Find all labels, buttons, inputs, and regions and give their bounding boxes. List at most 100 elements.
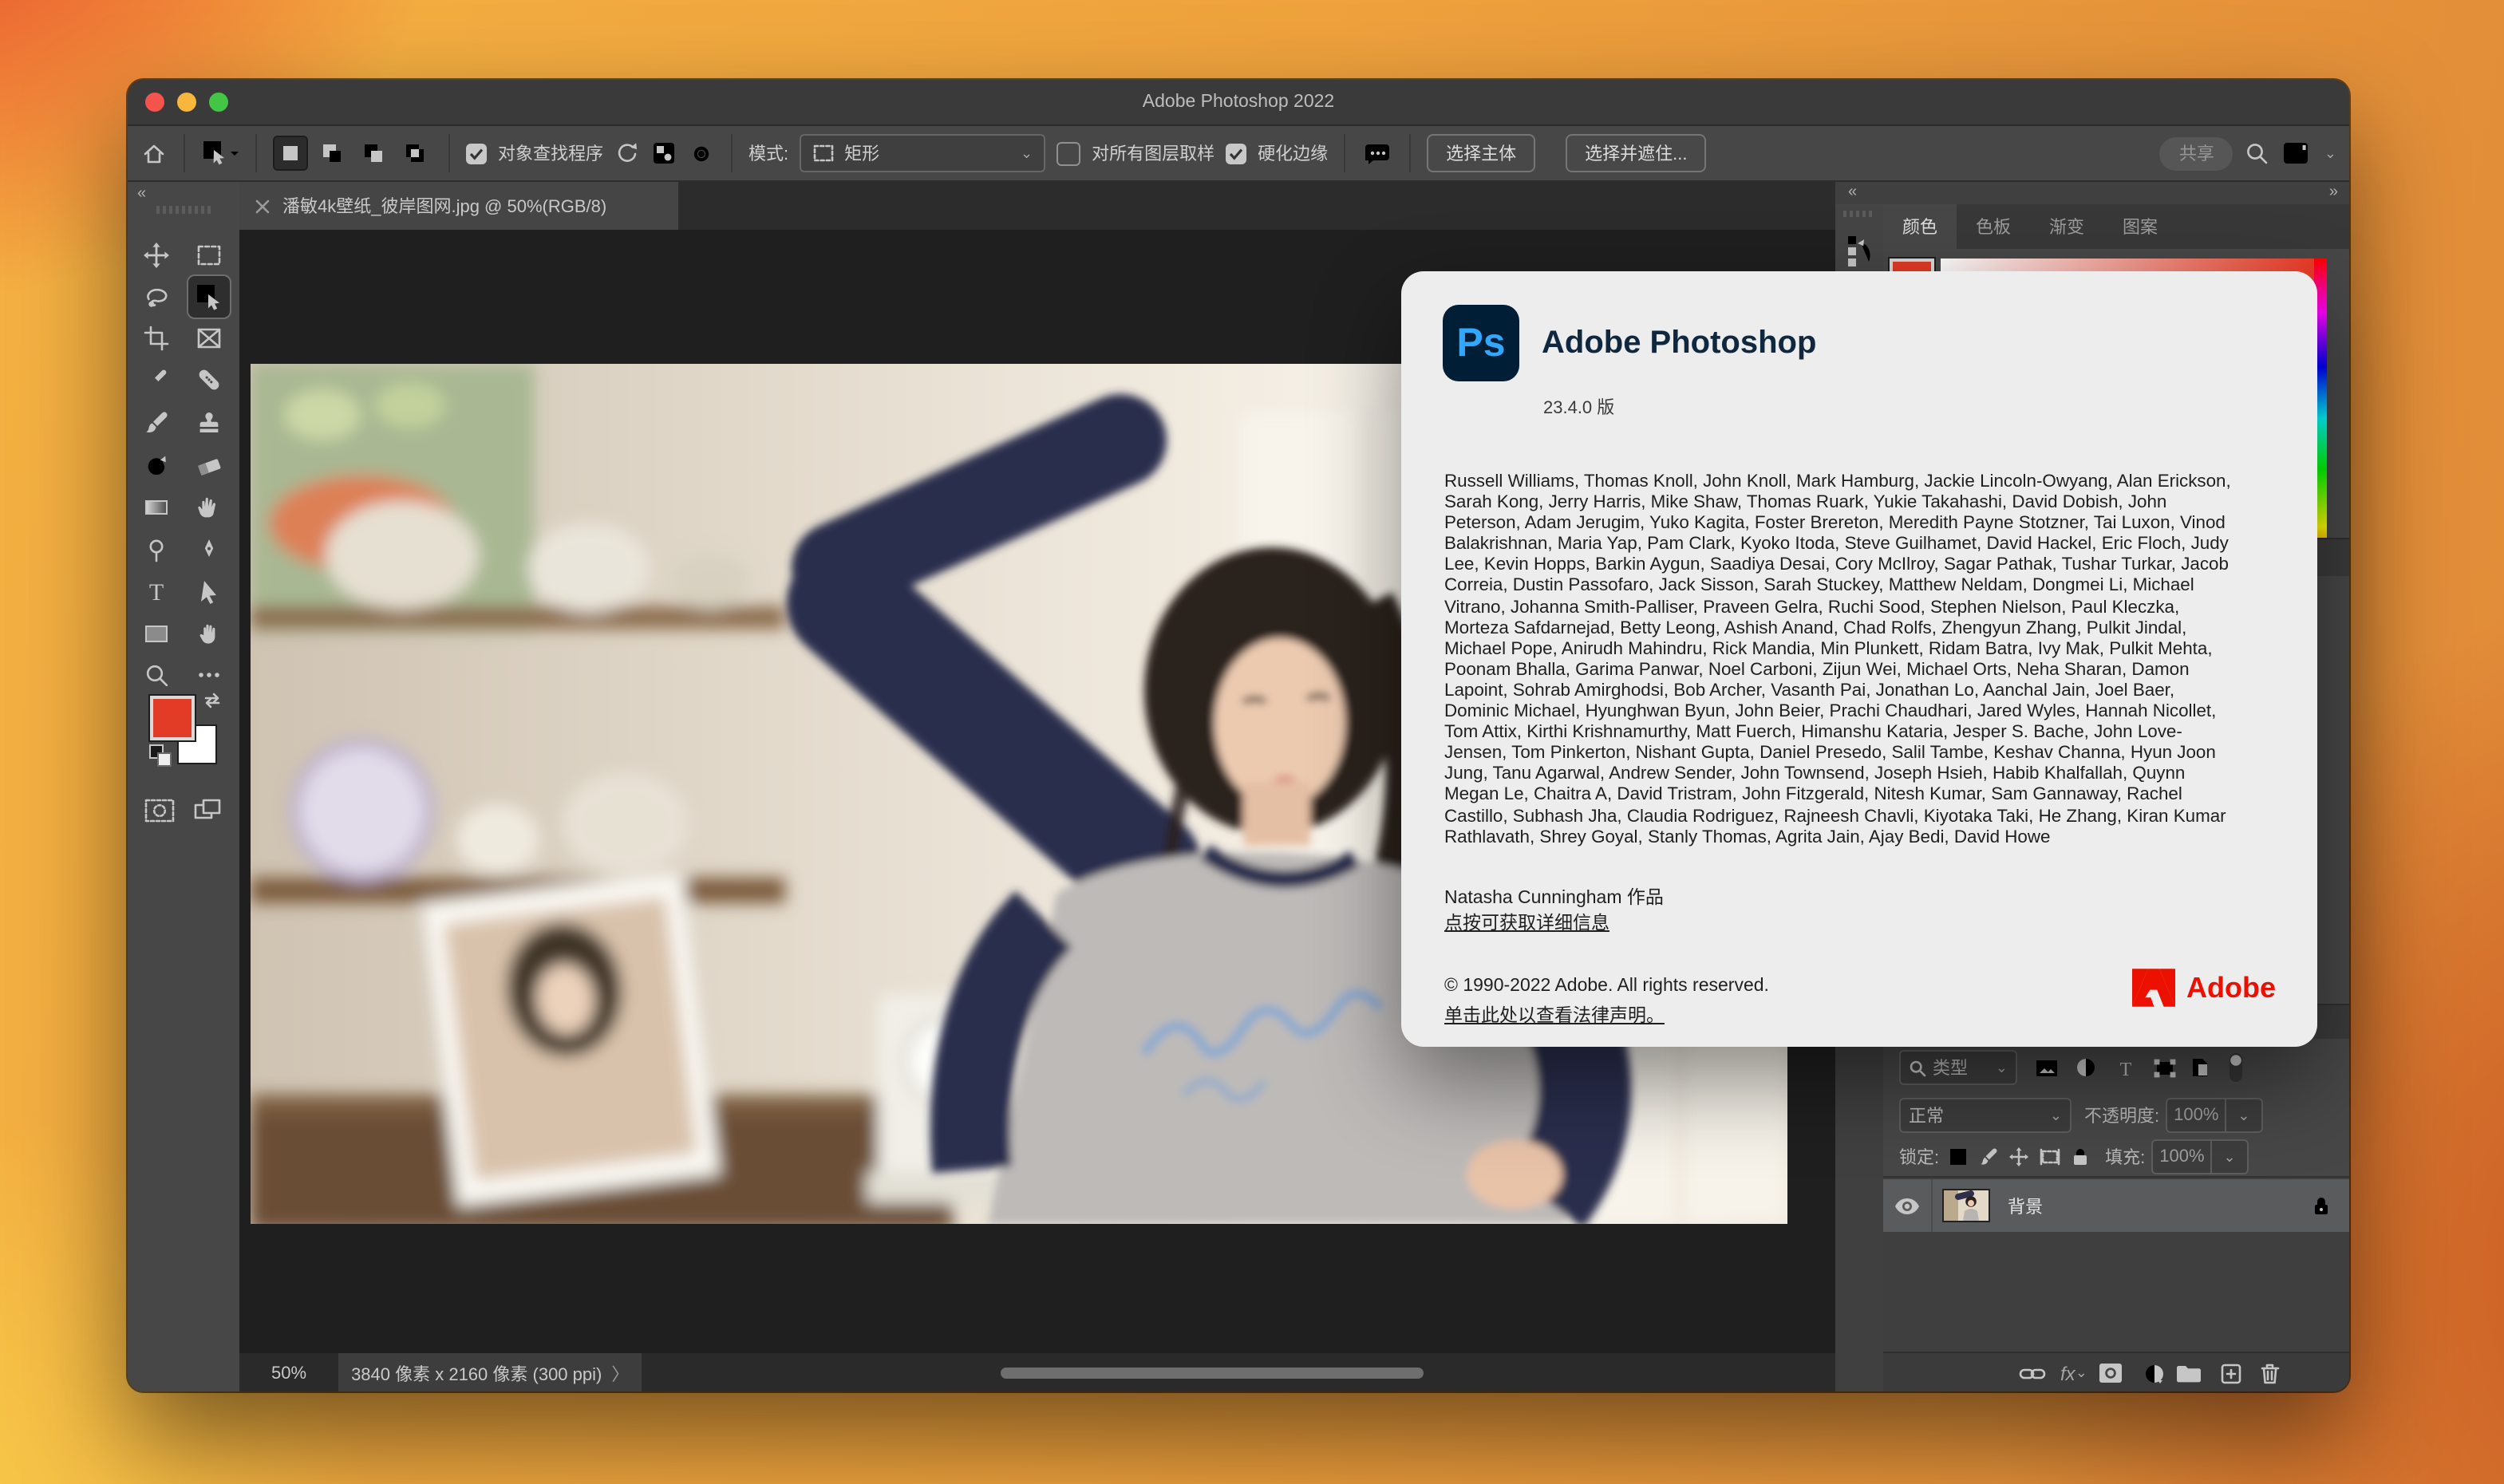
screen-mode-icon[interactable] xyxy=(192,795,223,827)
more-tools-icon[interactable] xyxy=(193,659,225,691)
type-tool-icon[interactable]: T xyxy=(140,576,172,608)
search-icon[interactable] xyxy=(2245,140,2270,166)
fill-value[interactable]: 100% ⌄ xyxy=(2151,1139,2248,1174)
frame-tool-icon[interactable] xyxy=(193,322,225,354)
sample-all-layers-checkbox[interactable] xyxy=(1056,141,1080,165)
tools-grip[interactable] xyxy=(156,206,211,214)
artwork-details-link[interactable]: 点按可获取详细信息 xyxy=(1444,910,1609,935)
hand-tool-icon[interactable] xyxy=(193,618,225,649)
tab-swatches[interactable]: 色板 xyxy=(1957,204,2030,249)
home-icon[interactable] xyxy=(140,140,168,167)
harden-edges-checkbox[interactable] xyxy=(1226,143,1246,164)
smudge-tool-icon[interactable] xyxy=(193,491,225,523)
chevron-down-icon: ⌄ xyxy=(2231,1107,2256,1124)
selection-mode-buttons xyxy=(273,136,432,171)
close-tab-icon[interactable] xyxy=(255,199,270,213)
dodge-tool-icon[interactable] xyxy=(140,535,172,566)
zoom-window-button[interactable] xyxy=(209,93,228,112)
collapse-dock-icon[interactable]: » xyxy=(2329,184,2336,201)
new-selection-button[interactable] xyxy=(273,136,308,171)
filter-pixel-layers-icon[interactable] xyxy=(2035,1057,2059,1078)
layer-row-background[interactable]: 背景 xyxy=(1883,1179,2349,1232)
adjustment-layer-icon[interactable] xyxy=(2143,1362,2166,1384)
gradient-tool-icon[interactable] xyxy=(140,491,172,523)
foreground-color-swatch[interactable] xyxy=(150,696,195,740)
filter-type-layers-icon[interactable]: T xyxy=(2116,1057,2135,1078)
gear-icon[interactable] xyxy=(688,140,715,167)
layer-visibility-toggle[interactable] xyxy=(1883,1179,1933,1232)
layer-filter-dropdown[interactable]: 类型 ⌄ xyxy=(1899,1050,2017,1085)
swap-colors-icon[interactable] xyxy=(201,689,223,712)
marquee-tool-icon[interactable] xyxy=(193,239,225,271)
eyedropper-tool-icon[interactable] xyxy=(140,364,172,396)
object-finder-checkbox[interactable] xyxy=(466,143,487,164)
lock-pixels-icon[interactable] xyxy=(1979,1147,1998,1166)
select-and-mask-button[interactable]: 选择并遮住... xyxy=(1566,134,1706,172)
expand-dock-icon[interactable]: « xyxy=(1848,184,1855,201)
object-finder-label: 对象查找程序 xyxy=(498,140,603,166)
zoom-level[interactable]: 50% xyxy=(271,1364,306,1383)
dock-header: « » xyxy=(1835,182,2349,204)
blend-mode-dropdown[interactable]: 正常 ⌄ xyxy=(1899,1098,2072,1133)
add-mask-icon[interactable] xyxy=(2099,1363,2123,1383)
collapse-tools-icon[interactable]: « xyxy=(137,185,144,203)
subtract-from-selection-button[interactable] xyxy=(356,136,391,171)
filter-adjustment-layers-icon[interactable] xyxy=(2075,1056,2097,1079)
panel-grip[interactable] xyxy=(1843,211,1875,217)
title-bar: Adobe Photoshop 2022 xyxy=(128,80,2349,126)
healing-brush-tool-icon[interactable] xyxy=(193,364,225,396)
lasso-tool-icon[interactable] xyxy=(140,281,172,313)
move-tool-icon[interactable] xyxy=(140,239,172,271)
horizontal-scrollbar[interactable] xyxy=(1001,1368,1424,1379)
link-layers-icon[interactable] xyxy=(2019,1365,2046,1381)
lock-artboard-icon[interactable] xyxy=(2040,1147,2060,1166)
refresh-icon[interactable] xyxy=(614,140,640,166)
lock-transparency-icon[interactable] xyxy=(1949,1147,1968,1166)
lock-all-icon[interactable] xyxy=(2072,1147,2089,1166)
add-to-selection-button[interactable] xyxy=(314,136,350,171)
mode-dropdown[interactable]: 矩形 ⌄ xyxy=(800,134,1045,172)
document-tab[interactable]: 潘敏4k壁纸_彼岸图网.jpg @ 50%(RGB/8) xyxy=(239,182,678,230)
object-selection-tool-preset-icon[interactable] xyxy=(201,139,239,168)
layer-thumbnail[interactable] xyxy=(1944,1190,1989,1221)
feedback-icon[interactable] xyxy=(1361,140,1393,166)
select-subject-button[interactable]: 选择主体 xyxy=(1427,134,1535,172)
crop-tool-icon[interactable] xyxy=(140,322,172,354)
eraser-tool-icon[interactable] xyxy=(193,450,225,482)
close-window-button[interactable] xyxy=(145,93,164,112)
filter-shape-layers-icon[interactable] xyxy=(2153,1057,2177,1078)
legal-notice-link[interactable]: 单击此处以查看法律声明。 xyxy=(1444,1002,1665,1028)
object-selection-tool-icon[interactable] xyxy=(188,276,230,318)
show-all-objects-icon[interactable] xyxy=(651,140,677,166)
filter-toggle[interactable] xyxy=(2226,1052,2245,1083)
path-selection-tool-icon[interactable] xyxy=(193,576,225,608)
default-colors-icon[interactable] xyxy=(148,744,172,776)
minimize-window-button[interactable] xyxy=(177,93,196,112)
quick-mask-icon[interactable] xyxy=(144,795,176,827)
adobe-logo: Adobe xyxy=(2132,969,2276,1007)
adobe-mark-icon xyxy=(2132,969,2175,1007)
workspace-icon[interactable] xyxy=(2281,140,2313,166)
opacity-value[interactable]: 100% ⌄ xyxy=(2166,1098,2262,1133)
tab-patterns[interactable]: 图案 xyxy=(2103,204,2177,249)
brush-tool-icon[interactable] xyxy=(140,407,172,439)
history-brush-tool-icon[interactable] xyxy=(140,450,172,482)
lock-position-icon[interactable] xyxy=(2009,1147,2028,1166)
new-group-icon[interactable] xyxy=(2175,1363,2202,1383)
layer-style-icon[interactable]: fx⌄ xyxy=(2060,1362,2087,1384)
filter-smart-objects-icon[interactable] xyxy=(2190,1056,2210,1079)
document-size-info[interactable]: 3840 像素 x 2160 像素 (300 ppi) 〉 xyxy=(338,1353,642,1391)
intersect-selection-button[interactable] xyxy=(397,136,432,171)
pen-tool-icon[interactable] xyxy=(193,535,225,566)
tab-color[interactable]: 颜色 xyxy=(1883,204,1957,249)
new-layer-icon[interactable] xyxy=(2220,1362,2242,1384)
clone-stamp-tool-icon[interactable] xyxy=(193,407,225,439)
share-button[interactable]: 共享 xyxy=(2160,136,2233,170)
tab-gradients[interactable]: 渐变 xyxy=(2030,204,2103,249)
delete-layer-icon[interactable] xyxy=(2260,1362,2281,1384)
fill-label: 填充: xyxy=(2105,1144,2145,1170)
history-panel-icon[interactable] xyxy=(1835,233,1883,268)
zoom-tool-icon[interactable] xyxy=(140,659,172,691)
divider xyxy=(448,134,450,172)
rectangle-tool-icon[interactable] xyxy=(140,618,172,649)
